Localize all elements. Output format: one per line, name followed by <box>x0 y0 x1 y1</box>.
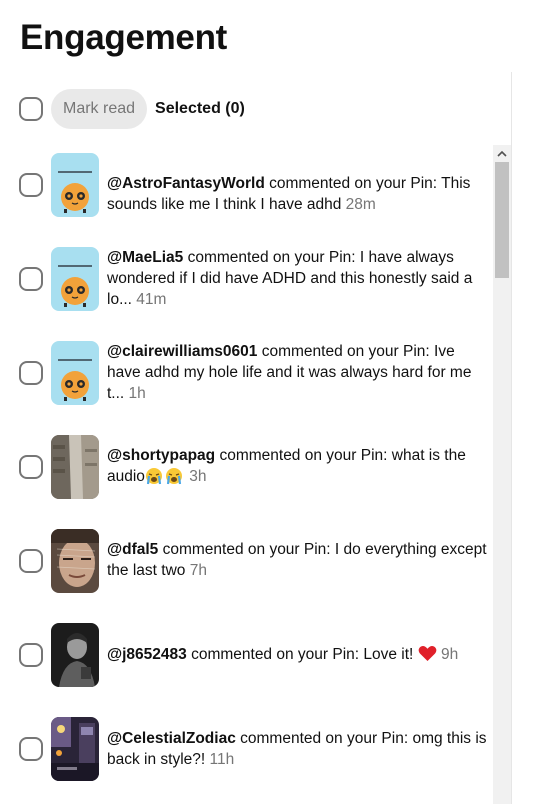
notification-message: commented on your Pin: Love it! <box>186 646 418 663</box>
notification-user[interactable]: @dfal5 <box>107 541 158 558</box>
notification-item[interactable]: @MaeLia5 commented on your Pin: I have a… <box>0 247 493 311</box>
pin-thumbnail[interactable] <box>51 247 99 311</box>
night-room-photo-icon <box>51 717 99 781</box>
item-checkbox[interactable] <box>19 549 43 573</box>
notification-item[interactable]: @shortypapag commented on your Pin: what… <box>0 435 493 499</box>
scrollbar-thumb[interactable] <box>495 162 509 278</box>
notification-item[interactable]: @CelestialZodiac commented on your Pin: … <box>0 717 493 781</box>
store-aisle-photo-icon <box>51 435 99 499</box>
pin-thumbnail[interactable] <box>51 435 99 499</box>
page-title: Engagement <box>20 18 228 57</box>
book-cover-cartoon-icon <box>51 341 99 405</box>
notification-time: 11h <box>209 751 235 768</box>
dark-portrait-photo-icon <box>51 623 99 687</box>
notification-item[interactable]: @dfal5 commented on your Pin: I do every… <box>0 529 493 593</box>
notification-item[interactable]: @AstroFantasyWorld commented on your Pin… <box>0 153 493 217</box>
select-all-checkbox[interactable] <box>19 97 43 121</box>
item-checkbox[interactable] <box>19 455 43 479</box>
notification-item[interactable]: @j8652483 commented on your Pin: Love it… <box>0 623 493 687</box>
notification-text: @dfal5 commented on your Pin: I do every… <box>107 539 487 581</box>
notification-time: 28m <box>345 196 376 213</box>
notification-user[interactable]: @clairewilliams0601 <box>107 343 257 360</box>
pin-thumbnail[interactable] <box>51 529 99 593</box>
red-heart-icon <box>418 645 437 668</box>
notification-time: 1h <box>128 385 146 402</box>
notification-time: 9h <box>440 646 459 663</box>
panel-divider <box>511 72 512 804</box>
notification-user[interactable]: @shortypapag <box>107 447 215 464</box>
item-checkbox[interactable] <box>19 173 43 197</box>
face-photo-icon <box>51 529 99 593</box>
engagement-page: Engagement Mark read Selected (0) @Astro… <box>0 0 537 804</box>
notification-time: 3h <box>189 468 207 485</box>
notification-text: @clairewilliams0601 commented on your Pi… <box>107 341 487 404</box>
notification-user[interactable]: @CelestialZodiac <box>107 730 236 747</box>
scroll-up-arrow-icon[interactable] <box>493 145 511 161</box>
mark-read-button[interactable]: Mark read <box>51 89 148 129</box>
loudly-crying-face-icon <box>145 467 185 491</box>
item-checkbox[interactable] <box>19 737 43 761</box>
notification-text: @CelestialZodiac commented on your Pin: … <box>107 728 487 770</box>
selected-count-label: Selected (0) <box>155 100 245 117</box>
notification-user[interactable]: @MaeLia5 <box>107 249 183 266</box>
book-cover-cartoon-icon <box>51 153 99 217</box>
pin-thumbnail[interactable] <box>51 153 99 217</box>
notification-item[interactable]: @clairewilliams0601 commented on your Pi… <box>0 341 493 405</box>
book-cover-cartoon-icon <box>51 247 99 311</box>
notification-list: @AstroFantasyWorld commented on your Pin… <box>0 145 493 804</box>
pin-thumbnail[interactable] <box>51 341 99 405</box>
notification-toolbar: Mark read Selected (0) <box>19 89 245 129</box>
item-checkbox[interactable] <box>19 267 43 291</box>
item-checkbox[interactable] <box>19 643 43 667</box>
list-scrollbar[interactable] <box>493 145 511 804</box>
notification-text: @j8652483 commented on your Pin: Love it… <box>107 644 487 668</box>
notification-time: 41m <box>136 291 167 308</box>
notification-text: @MaeLia5 commented on your Pin: I have a… <box>107 247 487 310</box>
pin-thumbnail[interactable] <box>51 623 99 687</box>
notification-user[interactable]: @AstroFantasyWorld <box>107 175 265 192</box>
notification-time: 7h <box>189 562 207 579</box>
notification-text: @AstroFantasyWorld commented on your Pin… <box>107 173 487 215</box>
notification-user[interactable]: @j8652483 <box>107 646 187 663</box>
notification-text: @shortypapag commented on your Pin: what… <box>107 445 487 491</box>
notification-message: commented on your Pin: I do everything e… <box>107 541 487 579</box>
pin-thumbnail[interactable] <box>51 717 99 781</box>
item-checkbox[interactable] <box>19 361 43 385</box>
